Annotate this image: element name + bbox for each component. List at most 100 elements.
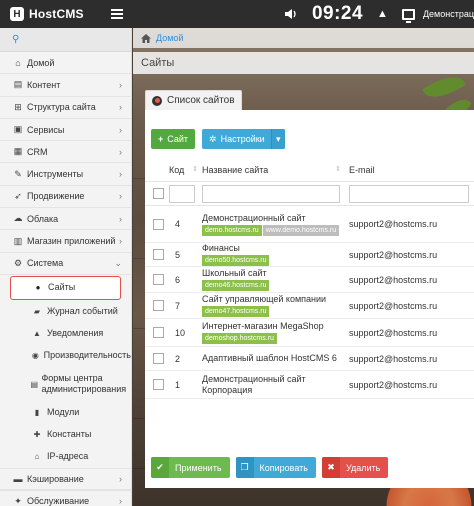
sidebar-item[interactable]: ▣ Сервисы ›	[0, 119, 131, 142]
row-checkbox[interactable]	[153, 300, 164, 311]
domain-badge[interactable]: demo.hostcms.ru	[202, 224, 262, 236]
notifications-bell-icon[interactable]: ▲	[377, 8, 388, 20]
sidebar-subitem[interactable]: ✚ Константы	[0, 424, 131, 446]
row-checkbox[interactable]	[153, 327, 164, 338]
row-checkbox[interactable]	[153, 218, 164, 230]
panel-title: Список сайтов	[167, 95, 235, 106]
page-title: Сайты	[141, 57, 175, 69]
row-checkbox[interactable]	[153, 249, 164, 260]
chevron-right-icon: ›	[119, 102, 122, 113]
table-row[interactable]: 10 Интернет-магазин MegaShop demoshop.host…	[145, 319, 474, 347]
monitor-icon[interactable]	[401, 8, 415, 23]
sidebar-subitem-label: IP-адреса	[47, 451, 89, 462]
sidebar-item[interactable]: ☁ Облака ›	[0, 208, 131, 231]
delete-button[interactable]: ✖ Удалить	[321, 457, 389, 478]
sidebar-item[interactable]: ✦ Обслуживание ›	[0, 490, 131, 506]
row-checkbox[interactable]	[153, 353, 164, 364]
sidebar-subitem[interactable]: ◉ Производительность	[0, 345, 131, 367]
table-row[interactable]: 4 Демонстрационный сайт demo.hostcms.ru www…	[145, 206, 474, 243]
domain-badge[interactable]: demo47.hostcms.ru	[202, 306, 270, 317]
form-icon: ▤	[30, 379, 38, 389]
sidebar-item[interactable]: ✎ Инструменты ›	[0, 163, 131, 186]
table-row[interactable]: 5 Финансы demo50.hostcms.ru support2@hostcm…	[145, 243, 474, 267]
sidebar-item[interactable]: ▥ Магазин приложений ›	[0, 230, 131, 253]
sidebar-item-label: Облака	[27, 213, 59, 224]
sort-icon[interactable]: ⇕	[192, 165, 198, 175]
row-checkbox[interactable]	[153, 379, 164, 390]
site-name[interactable]: Финансы	[202, 243, 343, 254]
volume-icon[interactable]	[284, 8, 298, 20]
sidebar-search[interactable]: ⚲	[0, 28, 131, 52]
row-checkbox[interactable]	[153, 274, 164, 285]
apply-button[interactable]: ✔ Применить	[151, 457, 230, 478]
sidebar-item[interactable]: ⚙ Система ⌄	[0, 253, 131, 275]
filter-code-input[interactable]	[169, 184, 195, 203]
site-email: support2@hostcms.ru	[349, 300, 438, 311]
site-email: support2@hostcms.ru	[349, 353, 438, 364]
sidebar-item-label: Инструменты	[27, 169, 84, 180]
site-name[interactable]: Демонстрационный сайт Корпорация	[202, 374, 343, 396]
sidebar-subitem[interactable]: ▮ Модули	[0, 402, 131, 424]
sidebar-item-label: Контент	[27, 79, 61, 90]
logo[interactable]: H HostCMS	[0, 7, 105, 21]
check-icon: ✔	[151, 457, 169, 478]
sidebar-item[interactable]: ➶ Продвижение ›	[0, 186, 131, 209]
site-name[interactable]: Школьный сайт	[202, 268, 343, 279]
select-all-checkbox[interactable]	[153, 188, 164, 199]
settings-button[interactable]: ✲ Настройки ▾	[202, 129, 285, 149]
table-header: Код ⇕ Название сайта ⇕ E-mail	[145, 158, 474, 182]
table-row[interactable]: 1 Демонстрационный сайт Корпорация support…	[145, 371, 474, 399]
domain-badge[interactable]: demo46.hostcms.ru	[202, 280, 270, 291]
breadcrumb-home-link[interactable]: Домой	[156, 33, 183, 43]
domain-badge[interactable]: www.demo.hostcms.ru	[262, 224, 340, 236]
site-code: 4	[175, 219, 181, 229]
sidebar-item-label: Домой	[27, 57, 55, 68]
site-code: 5	[175, 249, 181, 260]
sort-icon[interactable]: ⇕	[335, 165, 341, 175]
table-row[interactable]: 6 Школьный сайт demo46.hostcms.ru support2@…	[145, 267, 474, 293]
sidebar-item[interactable]: ▬ Кэширование ›	[0, 467, 131, 491]
sidebar-subitem[interactable]: ▰ Журнал событий	[0, 301, 131, 323]
domain-badge[interactable]: demo50.hostcms.ru	[202, 255, 270, 266]
table-row[interactable]: 2 Адаптивный шаблон HostCMS 6 support2@hos…	[145, 347, 474, 371]
sidebar-subitem[interactable]: ● Сайты	[10, 275, 121, 300]
panel-tab: Список сайтов	[145, 90, 242, 110]
site-name[interactable]: Интернет-магазин MegaShop	[202, 321, 343, 332]
trash-icon: ✖	[321, 457, 340, 478]
filter-email-input[interactable]	[349, 184, 469, 203]
column-header-email[interactable]: E-mail	[349, 165, 375, 175]
site-email: support2@hostcms.ru	[349, 219, 438, 229]
sidebar-item[interactable]: ⊞ Структура сайта ›	[0, 97, 131, 119]
copy-button[interactable]: ❐ Копировать	[235, 457, 316, 478]
site-name[interactable]: Сайт управляющей компании	[202, 294, 343, 305]
site-name[interactable]: Демонстрационный сайт	[202, 213, 343, 224]
sidebar-subitem[interactable]: ▲ Уведомления	[0, 323, 131, 345]
column-header-name[interactable]: Название сайта	[202, 165, 268, 175]
settings-label: Настройки	[220, 134, 265, 144]
chevron-right-icon: ›	[119, 213, 122, 224]
sidebar-subitem[interactable]: ▤ Формы центра администрирования	[0, 367, 131, 402]
sidebar-item[interactable]: ▦ CRM ›	[0, 141, 131, 164]
tools-icon: ✎	[14, 168, 22, 179]
home-icon[interactable]	[141, 33, 151, 43]
column-header-code[interactable]: Код	[169, 165, 184, 175]
actions-bar: ✔ Применить ❐ Копировать ✖ Удалить	[151, 457, 394, 478]
user-name[interactable]: Демонстрац	[423, 9, 474, 19]
table-row[interactable]: 7 Сайт управляющей компании demo47.hostcms…	[145, 293, 474, 319]
filter-name-input[interactable]	[202, 184, 340, 203]
chevron-right-icon: ›	[119, 474, 122, 485]
search-icon[interactable]: ⚲	[12, 34, 19, 45]
sidebar-item[interactable]: ⌂ Домой	[0, 52, 131, 75]
site-name[interactable]: Адаптивный шаблон HostCMS 6	[202, 353, 343, 364]
menu-toggle-icon[interactable]	[111, 7, 123, 21]
copy-icon: ❐	[235, 457, 254, 478]
database-icon: ▬	[13, 474, 23, 485]
sidebar-item-label: Кэширование	[27, 474, 84, 485]
domain-badge[interactable]: demoshop.hostcms.ru	[202, 333, 277, 344]
sidebar-subitem[interactable]: ⌂ IP-адреса	[0, 446, 131, 468]
add-site-button[interactable]: + Сайт	[151, 129, 196, 149]
site-code: 6	[175, 274, 181, 285]
sidebar-item[interactable]: ▤ Контент ›	[0, 74, 131, 97]
chevron-down-icon[interactable]: ▾	[270, 129, 285, 149]
site-code: 2	[175, 353, 181, 364]
